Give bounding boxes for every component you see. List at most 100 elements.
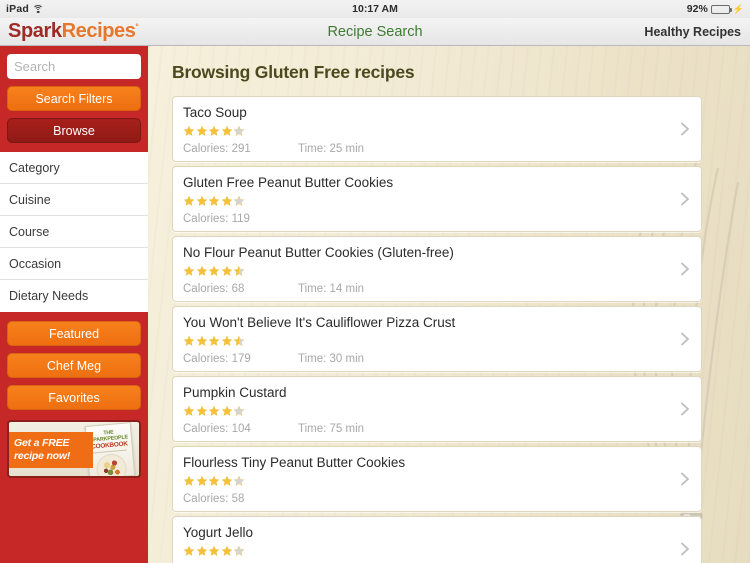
chevron-right-icon[interactable]: [681, 402, 689, 416]
rating-star: [208, 195, 220, 206]
promo-text: Get a FREE recipe now!: [9, 432, 93, 468]
recipe-card[interactable]: No Flour Peanut Butter Cookies (Gluten-f…: [172, 236, 702, 302]
browse-button[interactable]: Browse: [7, 118, 141, 143]
sidebar-item-dietary-needs[interactable]: Dietary Needs: [0, 280, 148, 312]
recipe-rating: [183, 405, 245, 417]
chevron-right-icon[interactable]: [681, 122, 689, 136]
rating-star: [233, 475, 245, 486]
sidebar-lower: Featured Chef Meg Favorites THE SPARKPEO…: [0, 312, 148, 478]
recipe-card[interactable]: Gluten Free Peanut Butter Cookies Calorie…: [172, 166, 702, 232]
recipe-time: Time: 75 min: [298, 423, 365, 435]
recipe-title: Flourless Tiny Peanut Butter Cookies: [183, 455, 406, 470]
rating-star: [208, 335, 220, 346]
battery-icon: [710, 4, 732, 14]
rating-star: [221, 265, 232, 276]
rating-star: [196, 125, 207, 136]
chef-meg-button[interactable]: Chef Meg: [7, 353, 141, 378]
recipe-time: Time: 14 min: [298, 283, 365, 295]
recipe-rating: [183, 125, 245, 137]
status-bar: iPad 10:17 AM 92% ⚡: [0, 0, 750, 18]
chevron-right-icon[interactable]: [681, 192, 689, 206]
rating-star: [221, 475, 232, 486]
recipe-card[interactable]: Yogurt Jello: [172, 516, 702, 563]
sidebar-item-course[interactable]: Course: [0, 216, 148, 248]
search-input[interactable]: [7, 54, 141, 79]
chevron-right-icon[interactable]: [681, 542, 689, 556]
rating-star: [208, 125, 220, 136]
chevron-right-icon[interactable]: [681, 472, 689, 486]
recipe-calories: Calories: 291: [183, 143, 251, 155]
rating-star: [208, 475, 220, 486]
recipe-rating: [183, 475, 245, 487]
recipe-title: No Flour Peanut Butter Cookies (Gluten-f…: [183, 245, 454, 260]
recipe-card[interactable]: Taco Soup Calories: 291 Time: 25 min: [172, 96, 702, 162]
sidebar-item-category[interactable]: Category: [0, 152, 148, 184]
rating-star: [233, 335, 245, 346]
recipe-title: Yogurt Jello: [183, 525, 254, 540]
recipe-time: Time: 25 min: [298, 143, 365, 155]
sidebar-item-cuisine[interactable]: Cuisine: [0, 184, 148, 216]
main-content: Browsing Gluten Free recipes Taco Soup Ca…: [148, 46, 750, 563]
recipe-card[interactable]: You Won't Believe It's Cauliflower Pizza…: [172, 306, 702, 372]
rating-star: [233, 125, 245, 136]
rating-star: [183, 265, 195, 276]
rating-star: [196, 545, 207, 556]
battery-percent-label: 92%: [686, 3, 708, 15]
nav-right-label[interactable]: Healthy Recipes: [644, 25, 750, 39]
sidebar: Search Filters Browse Category Cuisine C…: [0, 46, 148, 563]
rating-star: [183, 335, 195, 346]
recipe-meta: Calories: 119: [183, 213, 298, 225]
rating-star: [183, 125, 195, 136]
favorites-button[interactable]: Favorites: [7, 385, 141, 410]
rating-star: [233, 195, 245, 206]
recipe-rating: [183, 335, 245, 347]
recipe-calories: Calories: 179: [183, 353, 251, 365]
rating-star: [233, 405, 245, 416]
recipe-meta: Calories: 68 Time: 14 min: [183, 283, 364, 295]
recipe-title: You Won't Believe It's Cauliflower Pizza…: [183, 315, 456, 330]
cookbook-dish-photo: [95, 452, 128, 476]
recipe-list: Taco Soup Calories: 291 Time: 25 min Gluten…: [172, 96, 702, 563]
promo-line-1: Get a FREE: [14, 437, 70, 449]
recipe-title: Gluten Free Peanut Butter Cookies: [183, 175, 394, 190]
browsing-heading: Browsing Gluten Free recipes: [172, 62, 415, 82]
rating-star: [221, 125, 232, 136]
featured-button[interactable]: Featured: [7, 321, 141, 346]
rating-star: [183, 195, 195, 206]
rating-star: [183, 405, 195, 416]
promo-line-2: recipe now!: [14, 450, 71, 462]
sidebar-menu: Category Cuisine Course Occasion Dietary…: [0, 152, 148, 312]
recipe-time: Time: 30 min: [298, 353, 365, 365]
charging-bolt-icon: ⚡: [732, 3, 744, 14]
page-title: Recipe Search: [327, 23, 423, 40]
recipe-calories: Calories: 104: [183, 423, 251, 435]
rating-star: [221, 335, 232, 346]
recipe-rating: [183, 195, 245, 207]
recipe-title: Pumpkin Custard: [183, 385, 287, 400]
rating-star: [196, 405, 207, 416]
recipe-card[interactable]: Pumpkin Custard Calories: 104 Time: 75 min: [172, 376, 702, 442]
rating-star: [221, 545, 232, 556]
rating-star: [208, 265, 220, 276]
navigation-bar: SparkRecipes° Recipe Search Healthy Reci…: [0, 18, 750, 46]
rating-star: [221, 195, 232, 206]
recipe-card[interactable]: Flourless Tiny Peanut Butter Cookies Calo…: [172, 446, 702, 512]
rating-star: [196, 265, 207, 276]
chevron-right-icon[interactable]: [681, 332, 689, 346]
search-filters-button[interactable]: Search Filters: [7, 86, 141, 111]
recipe-meta: Calories: 58: [183, 493, 298, 505]
recipe-rating: [183, 545, 245, 557]
promo-banner[interactable]: THE SPARKPEOPLE COOKBOOK Get a FREE reci…: [7, 420, 141, 478]
chevron-right-icon[interactable]: [681, 262, 689, 276]
rating-star: [183, 475, 195, 486]
rating-star: [196, 195, 207, 206]
status-bar-right: 92% ⚡: [687, 3, 744, 15]
sidebar-top: Search Filters Browse: [0, 46, 148, 143]
recipe-calories: Calories: 119: [183, 213, 250, 225]
recipe-calories: Calories: 68: [183, 283, 245, 295]
recipe-meta: Calories: 104 Time: 75 min: [183, 423, 364, 435]
rating-star: [196, 335, 207, 346]
rating-star: [196, 475, 207, 486]
sidebar-item-occasion[interactable]: Occasion: [0, 248, 148, 280]
rating-star: [183, 545, 195, 556]
